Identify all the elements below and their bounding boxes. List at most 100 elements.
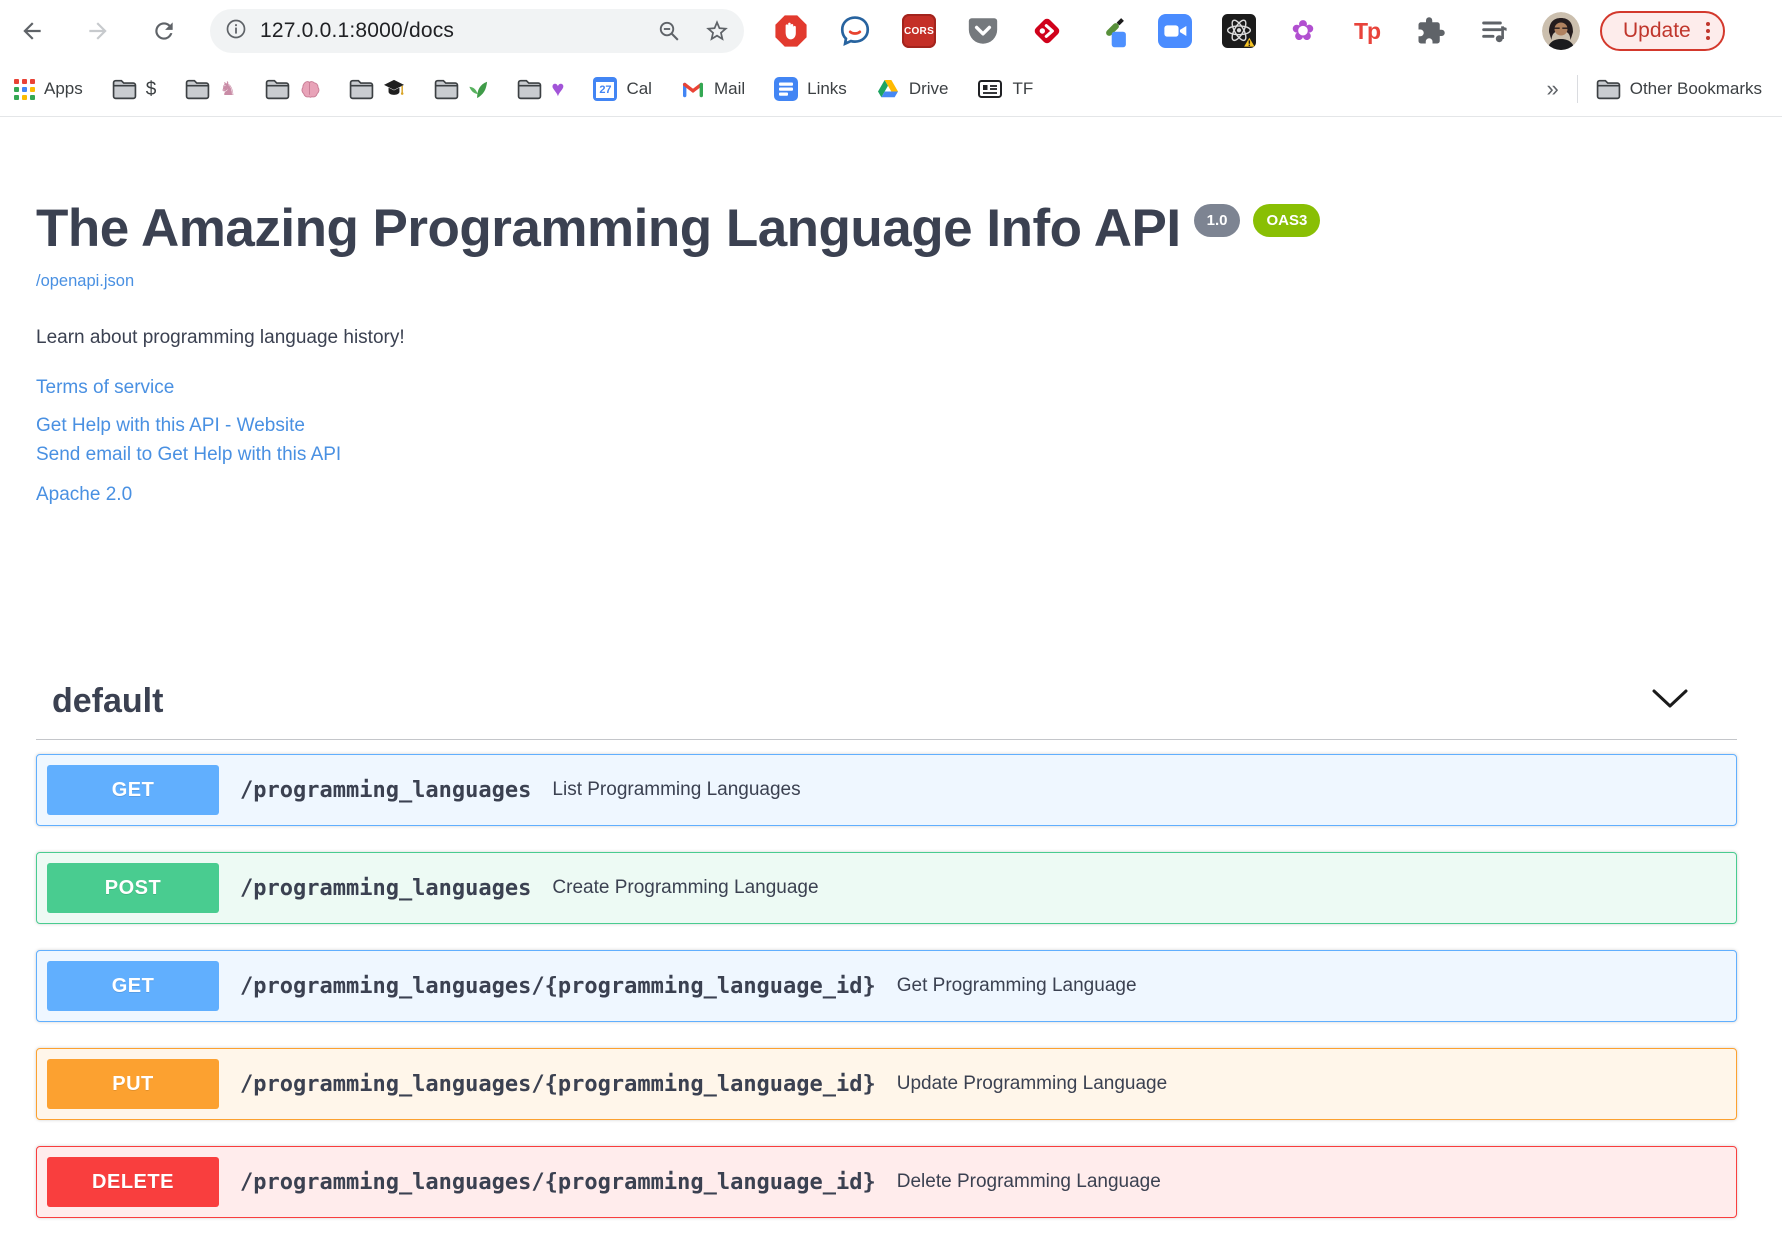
openapi-json-link[interactable]: /openapi.json: [36, 272, 134, 291]
operation-path: /programming_languages/{programming_lang…: [240, 1071, 876, 1097]
operation-row-put-update[interactable]: PUT /programming_languages/{programming_…: [36, 1048, 1737, 1121]
bookmark-folder-herb[interactable]: [434, 79, 488, 100]
version-badge: 1.0: [1193, 204, 1241, 237]
tf-label: TF: [1012, 79, 1034, 98]
color-picker-extension-icon[interactable]: [1094, 14, 1128, 48]
links-label: Links: [807, 79, 847, 98]
pocket-extension-icon[interactable]: [966, 14, 1000, 48]
folder-icon: [112, 79, 137, 99]
swagger-ui-page: The Amazing Programming Language Info AP…: [0, 199, 1782, 1219]
license-link[interactable]: Apache 2.0: [36, 484, 132, 506]
operation-summary: Update Programming Language: [896, 1073, 1168, 1095]
bookmark-folder-purple-heart[interactable]: ♥: [517, 78, 564, 100]
operation-summary: Create Programming Language: [552, 877, 819, 899]
operation-row-get-one[interactable]: GET /programming_languages/{programming_…: [36, 950, 1737, 1023]
bookmark-links[interactable]: Links: [774, 77, 847, 101]
herb-icon: [469, 81, 488, 99]
bookmark-drive[interactable]: Drive: [876, 77, 949, 101]
api-title-block: The Amazing Programming Language Info AP…: [36, 199, 1737, 258]
folder-icon: [350, 79, 374, 99]
bookmark-star-icon[interactable]: [704, 18, 730, 44]
bookmark-apps[interactable]: Apps: [14, 78, 83, 100]
bookmark-mail[interactable]: Mail: [681, 77, 745, 101]
bookmark-folder-brain[interactable]: [265, 79, 320, 100]
operation-row-post-create[interactable]: POST /programming_languages Create Progr…: [36, 852, 1737, 925]
carousel-horse-icon: ♞: [219, 78, 237, 100]
terms-of-service-link[interactable]: Terms of service: [36, 377, 174, 399]
chat-bubble-extension-icon[interactable]: [838, 14, 872, 48]
bookmarks-overflow-chevron[interactable]: »: [1546, 76, 1558, 102]
bookmarks-bar: Apps $ ♞ ♥ 27 Cal Mail Links Drive TF » …: [0, 62, 1782, 117]
back-arrow-icon: [23, 22, 41, 40]
folder-icon: [266, 79, 290, 99]
dollar-label: $: [145, 78, 157, 100]
react-devtools-extension-icon[interactable]: [1222, 14, 1256, 48]
toggl-plan-extension-icon[interactable]: Tp: [1350, 14, 1384, 48]
url-bar[interactable]: 127.0.0.1:8000/docs: [210, 9, 744, 53]
gmail-icon: [682, 82, 703, 98]
method-badge: PUT: [47, 1059, 219, 1110]
browser-toolbar: 127.0.0.1:8000/docs CORS ✿ Tp Update: [0, 0, 1782, 62]
operation-path: /programming_languages: [240, 875, 532, 901]
cors-extension-icon[interactable]: CORS: [902, 14, 936, 48]
operation-path: /programming_languages/{programming_lang…: [240, 1169, 876, 1195]
method-badge: POST: [47, 863, 219, 914]
bookmark-folder-graduation-cap[interactable]: [349, 79, 405, 100]
page-title: The Amazing Programming Language Info AP…: [36, 199, 1181, 258]
tag-section-header[interactable]: default: [36, 682, 1737, 741]
apps-grid-icon: [14, 78, 35, 100]
other-bookmarks[interactable]: Other Bookmarks: [1596, 79, 1762, 100]
google-calendar-icon: 27: [593, 77, 618, 101]
operation-path: /programming_languages: [240, 777, 532, 803]
site-info-icon[interactable]: [224, 17, 248, 46]
red-diamond-arrow-extension-icon[interactable]: [1030, 14, 1064, 48]
oas3-badge: OAS3: [1253, 204, 1321, 237]
zoom-out-icon[interactable]: [656, 18, 682, 44]
bookmark-tf[interactable]: TF: [977, 77, 1033, 101]
google-drive-icon: [877, 80, 898, 98]
update-label: Update: [1623, 19, 1691, 42]
operation-row-get-list[interactable]: GET /programming_languages List Programm…: [36, 754, 1737, 827]
url-text[interactable]: 127.0.0.1:8000/docs: [260, 19, 454, 43]
method-badge: GET: [47, 961, 219, 1012]
bookmark-calendar[interactable]: 27 Cal: [593, 77, 652, 101]
back-button[interactable]: [12, 11, 52, 51]
section-collapse-chevron-icon[interactable]: [1651, 688, 1689, 715]
folder-icon: [1596, 79, 1621, 99]
folder-icon: [518, 79, 542, 99]
operation-summary: Delete Programming Language: [896, 1171, 1161, 1193]
mail-label: Mail: [713, 79, 746, 98]
reload-button[interactable]: [144, 11, 184, 51]
other-bookmarks-label: Other Bookmarks: [1629, 79, 1762, 98]
contact-website-link[interactable]: Get Help with this API - Website: [36, 411, 1737, 440]
operation-summary: Get Programming Language: [896, 975, 1137, 997]
method-badge: GET: [47, 765, 219, 816]
update-button[interactable]: Update: [1600, 11, 1725, 51]
bookmarks-divider: [1576, 75, 1578, 103]
profile-avatar[interactable]: [1542, 12, 1580, 50]
operation-summary: List Programming Languages: [552, 779, 801, 801]
drive-label: Drive: [908, 79, 949, 98]
reload-icon: [155, 22, 173, 40]
purple-flower-extension-icon[interactable]: ✿: [1286, 14, 1320, 48]
brain-icon: [301, 81, 320, 98]
bookmark-folder-dollar[interactable]: $: [112, 78, 157, 100]
purple-heart-icon: ♥: [551, 76, 565, 101]
operation-row-delete[interactable]: DELETE /programming_languages/{programmi…: [36, 1146, 1737, 1219]
contact-email-link[interactable]: Send email to Get Help with this API: [36, 440, 1737, 469]
document-card-icon: [978, 80, 1003, 98]
extensions-row: CORS ✿ Tp: [774, 14, 1542, 48]
playlist-extension-icon[interactable]: [1478, 14, 1512, 48]
cors-label: CORS: [903, 25, 935, 37]
method-badge: DELETE: [47, 1157, 219, 1208]
forward-button[interactable]: [78, 11, 118, 51]
folder-icon: [186, 79, 210, 99]
operation-path: /programming_languages/{programming_lang…: [240, 973, 876, 999]
adblock-extension-icon[interactable]: [774, 14, 808, 48]
extensions-puzzle-icon[interactable]: [1414, 14, 1448, 48]
zoom-extension-icon[interactable]: [1158, 14, 1192, 48]
bookmark-folder-carousel-horse[interactable]: ♞: [185, 79, 236, 100]
apps-label: Apps: [44, 79, 83, 98]
browser-menu-icon[interactable]: [1705, 22, 1710, 40]
graduation-cap-icon: [384, 79, 405, 95]
